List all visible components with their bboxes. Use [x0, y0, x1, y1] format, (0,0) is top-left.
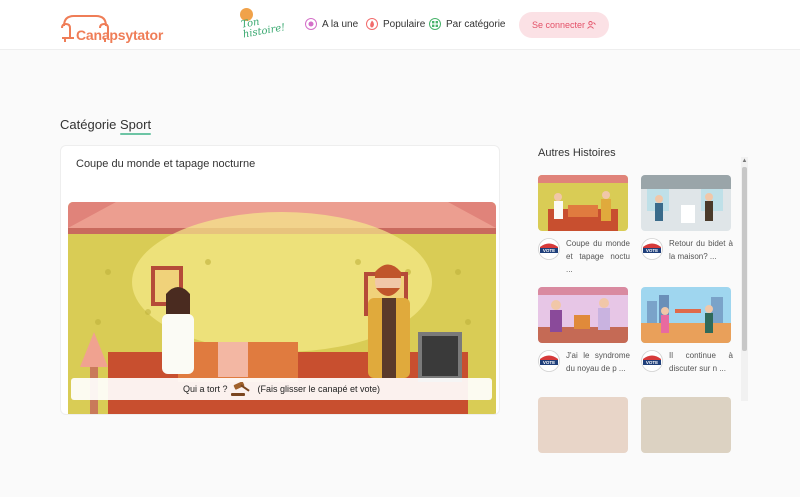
- category-name: Sport: [120, 117, 152, 132]
- story-thumbnail: [538, 397, 628, 453]
- vote-instruction-bar[interactable]: Qui a tort ? (Fais glisser le canapé et …: [71, 378, 492, 400]
- vote-label: VOTE: [646, 248, 658, 253]
- page-title: Catégorie Sport: [60, 117, 151, 132]
- story-card[interactable]: VOTE Retour du bidet à la maison? ...: [641, 175, 733, 275]
- category-prefix: Catégorie: [60, 117, 117, 132]
- sidebar-scrollbar[interactable]: ▲: [741, 157, 748, 401]
- vote-label: VOTE: [543, 360, 555, 365]
- story-card[interactable]: [641, 397, 733, 497]
- story-badge[interactable]: Ton histoire!: [238, 8, 288, 42]
- vote-hint: (Fais glisser le canapé et vote): [257, 384, 381, 394]
- category-icon: [429, 18, 441, 30]
- nav-a-la-une-label: A la une: [322, 18, 359, 30]
- user-icon: [587, 21, 596, 29]
- story-thumbnail: [538, 287, 628, 343]
- scroll-up-icon[interactable]: ▲: [741, 157, 748, 165]
- login-label: Se connecter: [531, 20, 586, 30]
- nav-a-la-une[interactable]: A la une: [305, 16, 358, 32]
- nav-par-categorie-label: Par catégorie: [446, 18, 506, 30]
- sidebar-title: Autres Histoires: [538, 147, 616, 159]
- main-story-card[interactable]: Coupe du monde et tapage nocturne Qui a …: [60, 145, 500, 415]
- login-button[interactable]: Se connecter: [519, 12, 609, 38]
- story-thumbnail: [641, 175, 731, 231]
- vote-icon: VOTE: [538, 238, 560, 260]
- story-card[interactable]: VOTE Coupe du monde et tapage noctu ...: [538, 175, 630, 275]
- story-excerpt: J'ai le syndrome du noyau de p ...: [566, 351, 630, 373]
- story-thumbnail: [641, 397, 731, 453]
- vote-icon: VOTE: [641, 238, 663, 260]
- nav-par-categorie[interactable]: Par catégorie: [429, 16, 505, 32]
- vote-label: VOTE: [543, 248, 555, 253]
- badge-text: Ton histoire!: [240, 16, 287, 41]
- story-card[interactable]: VOTE Il continue à discuter sur n ...: [641, 287, 733, 387]
- vote-question: Qui a tort ?: [182, 384, 228, 394]
- scrollbar-thumb[interactable]: [742, 167, 747, 351]
- nav-populaire[interactable]: Populaire: [366, 16, 425, 32]
- logo[interactable]: Canapsytator: [60, 12, 170, 44]
- story-card[interactable]: [538, 397, 630, 497]
- top-navigation-bar: Canapsytator Ton histoire! A la une Popu…: [0, 0, 800, 50]
- vote-icon: VOTE: [538, 350, 560, 372]
- story-card[interactable]: VOTE J'ai le syndrome du noyau de p ...: [538, 287, 630, 387]
- story-excerpt: Coupe du monde et tapage noctu ...: [566, 239, 630, 274]
- story-thumbnail: [641, 287, 731, 343]
- gavel-icon: [231, 382, 251, 396]
- story-thumbnail: [538, 175, 628, 231]
- logo-text: Canapsytator: [76, 27, 164, 43]
- nav-populaire-label: Populaire: [383, 18, 426, 30]
- star-icon: [305, 18, 317, 30]
- vote-icon: VOTE: [641, 350, 663, 372]
- story-excerpt: Il continue à discuter sur n ...: [669, 351, 733, 373]
- flame-icon: [366, 18, 378, 30]
- story-excerpt: Retour du bidet à la maison? ...: [669, 239, 733, 261]
- vote-label: VOTE: [646, 360, 658, 365]
- main-story-title: Coupe du monde et tapage nocturne: [76, 158, 256, 170]
